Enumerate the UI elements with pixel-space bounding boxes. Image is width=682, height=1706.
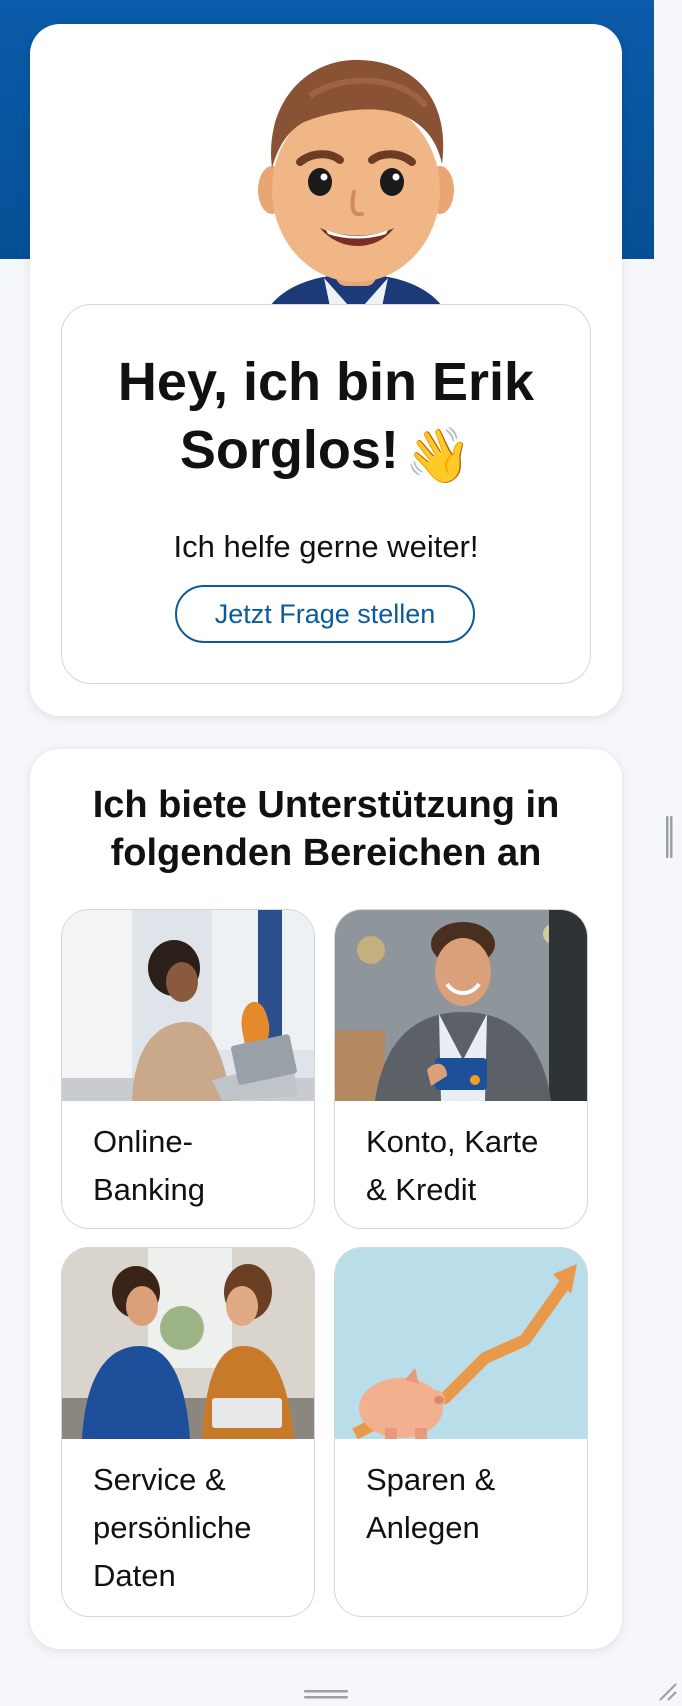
area-label-online-banking: Online- Banking	[93, 1118, 298, 1214]
headline-line2: Sorglos!	[179, 420, 399, 480]
avatar-erik	[250, 52, 462, 326]
area-tile-online-banking[interactable]: Online- Banking	[61, 909, 315, 1229]
resize-corner-icon[interactable]	[658, 1682, 678, 1702]
ask-question-button[interactable]: Jetzt Frage stellen	[175, 585, 475, 643]
service-line1: Service &	[93, 1462, 226, 1497]
account-card-line1: Konto, Karte	[366, 1124, 539, 1159]
area-tile-saving-investing[interactable]: Sparen & Anlegen	[334, 1247, 588, 1617]
welcome-subtitle: Ich helfe gerne weiter!	[173, 529, 479, 564]
wave-hand-icon: 👋	[404, 426, 473, 486]
service-line3: Daten	[93, 1558, 176, 1593]
page-title: Hey, ich bin Erik Sorglos! 👋	[62, 348, 590, 490]
service-image	[62, 1248, 314, 1439]
account-card-line2: & Kredit	[366, 1172, 477, 1207]
area-label-service-personal-data: Service & persönliche Daten	[93, 1456, 298, 1600]
welcome-box: Hey, ich bin Erik Sorglos! 👋 Ich helfe ge…	[61, 304, 591, 684]
area-tile-service-personal-data[interactable]: Service & persönliche Daten	[61, 1247, 315, 1617]
headline-line1: Hey, ich bin Erik	[117, 352, 535, 412]
online-banking-image	[62, 910, 314, 1101]
area-label-account-card-credit: Konto, Karte & Kredit	[366, 1118, 571, 1214]
saving-line1: Sparen &	[366, 1462, 496, 1497]
saving-line2: Anlegen	[366, 1510, 480, 1545]
account-card-image	[335, 910, 587, 1101]
support-areas-card: Ich biete Unterstützung in folgenden Ber…	[30, 749, 622, 1649]
section-title-line1: Ich biete Unterstützung in	[92, 784, 560, 826]
area-label-saving-investing: Sparen & Anlegen	[366, 1456, 571, 1552]
section-title: Ich biete Unterstützung in folgenden Ber…	[30, 781, 622, 877]
bottom-drag-handle-icon[interactable]	[304, 1686, 348, 1699]
section-title-line2: folgenden Bereichen an	[110, 832, 542, 874]
welcome-card: Hey, ich bin Erik Sorglos! 👋 Ich helfe ge…	[30, 24, 622, 716]
service-line2: persönliche	[93, 1510, 252, 1545]
online-banking-line2: Banking	[93, 1172, 206, 1207]
area-tile-account-card-credit[interactable]: Konto, Karte & Kredit	[334, 909, 588, 1229]
side-drag-handle-icon[interactable]	[665, 816, 673, 858]
online-banking-line1: Online-	[93, 1124, 193, 1159]
saving-image	[335, 1248, 587, 1439]
